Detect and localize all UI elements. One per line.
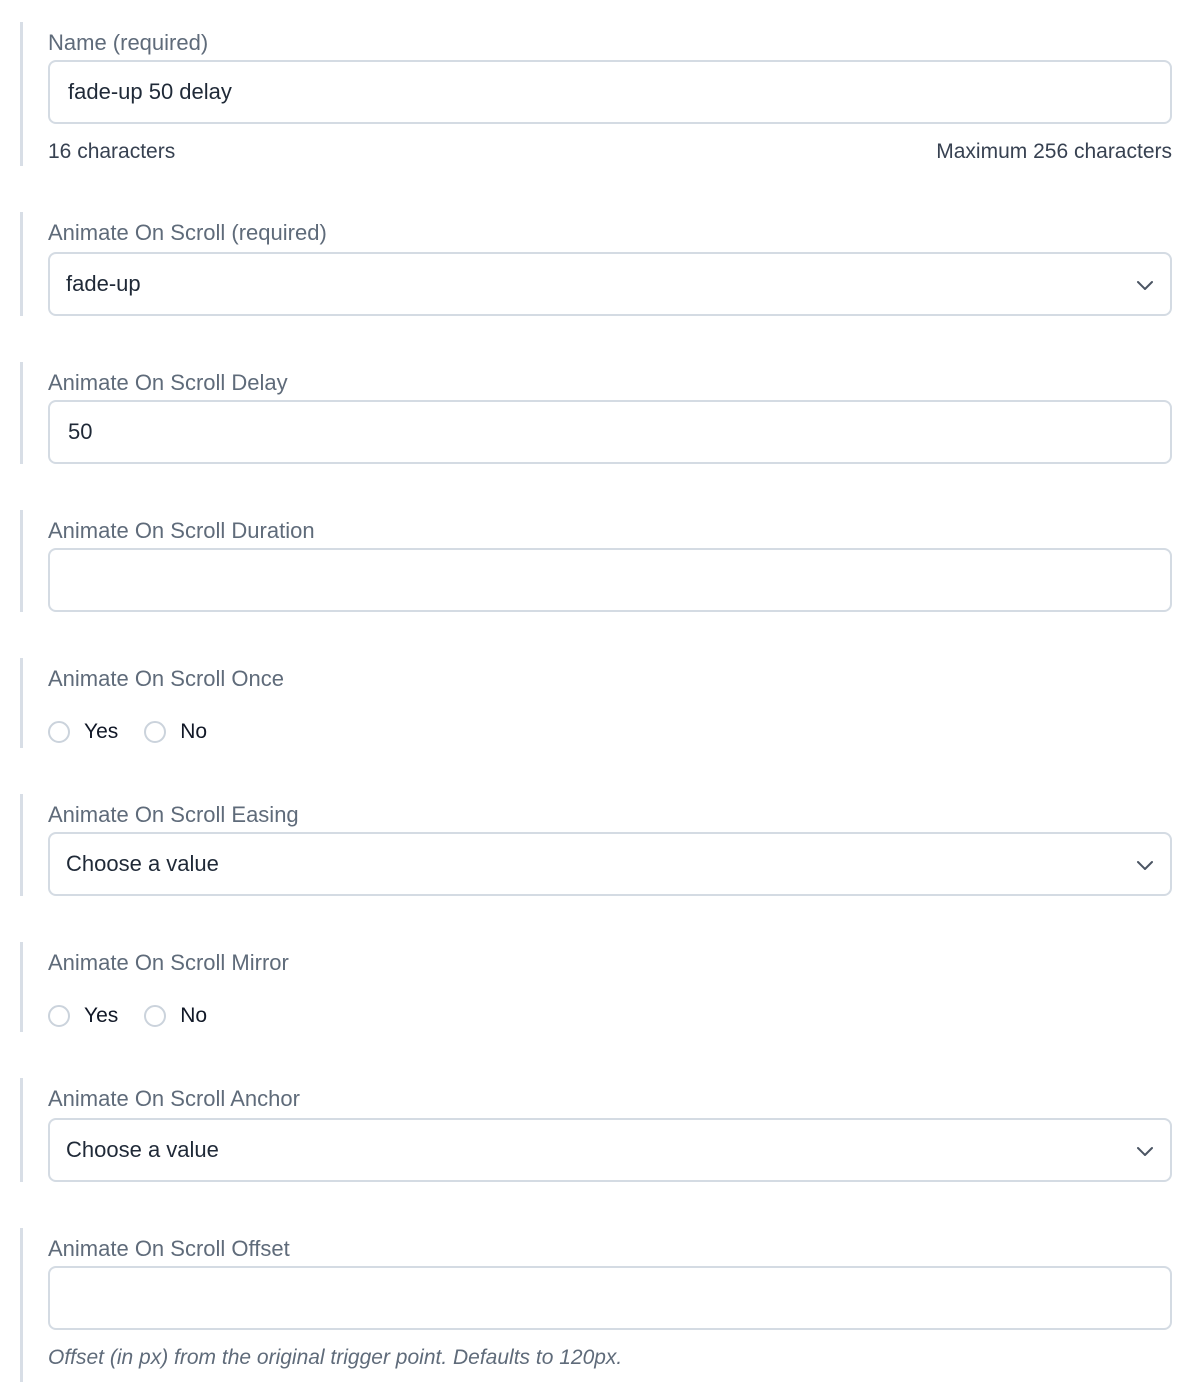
easing-selected-value: Choose a value [66, 851, 219, 876]
anchor-field: Animate On Scroll Anchor Choose a value [20, 1078, 1172, 1182]
chevron-down-icon [1137, 861, 1153, 870]
anchor-label: Animate On Scroll Anchor [48, 1086, 300, 1111]
once-no-label[interactable]: No [180, 720, 207, 744]
easing-select[interactable]: Choose a value [48, 832, 1172, 896]
aos-label: Animate On Scroll (required) [48, 220, 327, 245]
mirror-label: Animate On Scroll Mirror [48, 950, 289, 975]
duration-label: Animate On Scroll Duration [48, 518, 315, 543]
delay-label: Animate On Scroll Delay [48, 370, 288, 395]
mirror-radio-group: Yes No [48, 1002, 233, 1030]
name-field: Name (required) 16 characters Maximum 25… [20, 22, 1172, 166]
chevron-down-icon [1137, 1147, 1153, 1156]
aos-selected-value: fade-up [66, 271, 141, 296]
offset-input[interactable] [48, 1266, 1172, 1330]
duration-input[interactable] [48, 548, 1172, 612]
once-radio-group: Yes No [48, 718, 233, 746]
once-yes-radio[interactable] [48, 721, 70, 743]
chevron-down-icon [1137, 281, 1153, 290]
anchor-select[interactable]: Choose a value [48, 1118, 1172, 1182]
offset-help-text: Offset (in px) from the original trigger… [48, 1346, 623, 1369]
mirror-field: Animate On Scroll Mirror Yes No [20, 942, 1172, 1032]
max-characters: Maximum 256 characters [936, 140, 1172, 163]
aos-select[interactable]: fade-up [48, 252, 1172, 316]
offset-label: Animate On Scroll Offset [48, 1236, 290, 1261]
once-field: Animate On Scroll Once Yes No [20, 658, 1172, 748]
mirror-yes-label[interactable]: Yes [84, 1004, 118, 1028]
mirror-yes-radio[interactable] [48, 1005, 70, 1027]
mirror-no-radio[interactable] [144, 1005, 167, 1027]
once-label: Animate On Scroll Once [48, 666, 284, 691]
anchor-selected-value: Choose a value [66, 1137, 219, 1162]
once-no-radio[interactable] [144, 721, 167, 743]
delay-input[interactable] [48, 400, 1172, 464]
aos-field: Animate On Scroll (required) fade-up [20, 212, 1172, 316]
name-input[interactable] [48, 60, 1172, 124]
mirror-no-label[interactable]: No [180, 1004, 207, 1028]
character-count: 16 characters [48, 140, 176, 163]
once-yes-label[interactable]: Yes [84, 720, 118, 744]
offset-field: Animate On Scroll Offset Offset (in px) … [20, 1228, 1172, 1382]
easing-field: Animate On Scroll Easing Choose a value [20, 794, 1172, 896]
duration-field: Animate On Scroll Duration [20, 510, 1172, 612]
name-label: Name (required) [48, 30, 209, 55]
delay-field: Animate On Scroll Delay [20, 362, 1172, 464]
easing-label: Animate On Scroll Easing [48, 802, 299, 827]
